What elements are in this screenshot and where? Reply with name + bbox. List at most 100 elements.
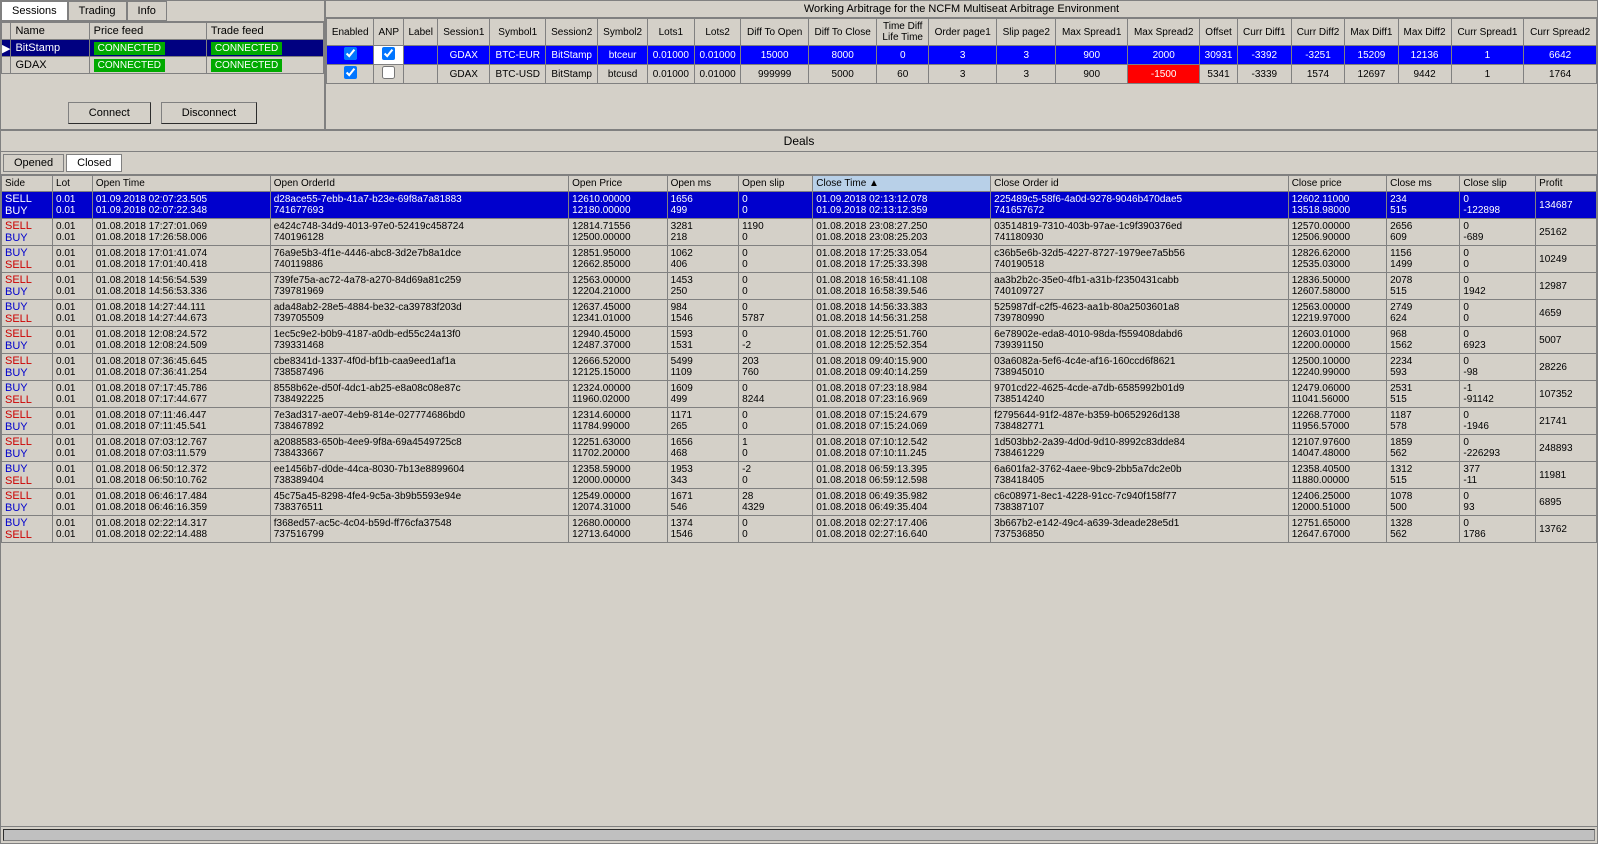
arb-enabled-1[interactable] [327,46,374,65]
session-price-feed: CONNECTED [89,57,206,74]
col-side: Side [2,176,53,192]
cell-profit: 12987 [1536,273,1597,300]
col-closetime[interactable]: Close Time ▲ [813,176,991,192]
cell-lot: 0.010.01 [53,246,93,273]
cell-openms: 1171265 [667,408,739,435]
cell-closeprice: 12358.4050011880.00000 [1288,462,1386,489]
col-lot: Lot [53,176,93,192]
arb-slip2-2: 3 [997,65,1056,84]
cell-side: SELLBUY [2,354,53,381]
arb-lifetime-2: 60 [877,65,929,84]
cell-lot: 0.010.01 [53,327,93,354]
arb-enabled-2[interactable] [327,65,374,84]
cell-closeslip: 0-1946 [1460,408,1536,435]
cell-opentime: 01.08.2018 07:36:45.64501.08.2018 07:36:… [92,354,270,381]
arb-diffopen-2: 999999 [741,65,808,84]
cell-closems: 1312515 [1387,462,1460,489]
cell-openprice: 12358.5900012000.00000 [569,462,667,489]
cell-openprice: 12680.0000012713.64000 [569,516,667,543]
cell-openslip: 00 [739,192,813,219]
cell-closetime: 01.08.2018 07:23:18.98401.08.2018 07:23:… [813,381,991,408]
arb-currdiff1-2: -3339 [1237,65,1291,84]
session-row-bitstamp[interactable]: ▶ BitStamp CONNECTED CONNECTED [2,40,324,57]
arb-col-session1: Session1 [438,19,490,46]
cell-openslip: 08244 [739,381,813,408]
tab-sessions[interactable]: Sessions [1,1,68,21]
cell-lot: 0.010.01 [53,300,93,327]
col-closems: Close ms [1387,176,1460,192]
cell-opentime: 01.08.2018 06:50:12.37201.08.2018 06:50:… [92,462,270,489]
cell-openprice: 12666.5200012125.15000 [569,354,667,381]
cell-profit: 107352 [1536,381,1597,408]
cell-openms: 1953343 [667,462,739,489]
arb-maxspread1-1: 900 [1056,46,1128,65]
cell-side: SELLBUY [2,408,53,435]
cell-closeslip: 093 [1460,489,1536,516]
tab-info[interactable]: Info [127,1,167,21]
cell-closeorderid: c6c08971-8ec1-4228-91cc-7c940f158f777383… [991,489,1289,516]
deals-title: Deals [1,131,1597,152]
cell-opentime: 01.08.2018 14:27:44.11101.08.2018 14:27:… [92,300,270,327]
arb-col-lots2: Lots2 [694,19,741,46]
cell-closetime: 01.08.2018 07:15:24.67901.08.2018 07:15:… [813,408,991,435]
cell-openorderid: cbe8341d-1337-4f0d-bf1b-caa9eed1af1a7385… [270,354,568,381]
tab-trading[interactable]: Trading [68,1,127,21]
arb-currdiff2-1: -3251 [1291,46,1345,65]
col-name: Name [11,23,89,40]
cell-lot: 0.010.01 [53,408,93,435]
cell-lot: 0.010.01 [53,462,93,489]
cell-lot: 0.010.01 [53,273,93,300]
cell-closems: 2531515 [1387,381,1460,408]
cell-profit: 28226 [1536,354,1597,381]
cell-lot: 0.010.01 [53,381,93,408]
cell-opentime: 01.09.2018 02:07:23.50501.09.2018 02:07:… [92,192,270,219]
cell-closeprice: 12602.1100013518.98000 [1288,192,1386,219]
cell-closeprice: 12826.6200012535.03000 [1288,246,1386,273]
arb-anp-1[interactable] [374,46,404,65]
cell-openprice: 12563.0000012204.21000 [569,273,667,300]
horizontal-scrollbar[interactable] [3,829,1595,841]
cell-closeslip: 0-122898 [1460,192,1536,219]
cell-profit: 4659 [1536,300,1597,327]
cell-profit: 10249 [1536,246,1597,273]
arb-anp-2[interactable] [374,65,404,84]
arb-symbol1-1: BTC-EUR [490,46,546,65]
col-openorderid: Open OrderId [270,176,568,192]
cell-closeslip: 0-689 [1460,219,1536,246]
tab-opened[interactable]: Opened [3,154,64,172]
cell-closeorderid: 6a601fa2-3762-4aee-9bc9-2bb5a7dc2e0b7384… [991,462,1289,489]
arb-maxspread2-2: -1500 [1128,65,1200,84]
arb-col-diffclose: Diff To Close [808,19,877,46]
arb-session1-1: GDAX [438,46,490,65]
cell-closeslip: -1-91142 [1460,381,1536,408]
cell-closeprice: 12603.0100012200.00000 [1288,327,1386,354]
cell-closeorderid: 9701cd22-4625-4cde-a7db-6585992b01d97385… [991,381,1289,408]
cell-profit: 134687 [1536,192,1597,219]
cell-opentime: 01.08.2018 02:22:14.31701.08.2018 02:22:… [92,516,270,543]
cell-closeorderid: f2795644-91f2-487e-b359-b0652926d1387384… [991,408,1289,435]
cell-openms: 1656468 [667,435,739,462]
cell-opentime: 01.08.2018 17:27:01.06901.08.2018 17:26:… [92,219,270,246]
arb-col-lifetime: Time DiffLife Time [877,19,929,46]
connect-button[interactable]: Connect [68,102,151,124]
cell-openorderid: ada48ab2-28e5-4884-be32-ca39783f203d7397… [270,300,568,327]
arb-lots2-2: 0.01000 [694,65,741,84]
arb-col-maxdiff1: Max Diff1 [1345,19,1398,46]
cell-lot: 0.010.01 [53,219,93,246]
arb-lifetime-1: 0 [877,46,929,65]
tab-closed[interactable]: Closed [66,154,122,172]
session-trade-feed: CONNECTED [206,57,323,74]
disconnect-button[interactable]: Disconnect [161,102,257,124]
cell-closetime: 01.08.2018 23:08:27.25001.08.2018 23:08:… [813,219,991,246]
cell-closems: 234515 [1387,192,1460,219]
session-row-gdax[interactable]: GDAX CONNECTED CONNECTED [2,57,324,74]
cell-openms: 1656499 [667,192,739,219]
cell-closeslip: 01786 [1460,516,1536,543]
arb-col-currdiff1: Curr Diff1 [1237,19,1291,46]
cell-closeslip: 377-11 [1460,462,1536,489]
col-openslip: Open slip [739,176,813,192]
cell-profit: 248893 [1536,435,1597,462]
cell-closetime: 01.08.2018 06:49:35.98201.08.2018 06:49:… [813,489,991,516]
cell-openorderid: a2088583-650b-4ee9-9f8a-69a4549725c87384… [270,435,568,462]
arb-diffclose-1: 8000 [808,46,877,65]
